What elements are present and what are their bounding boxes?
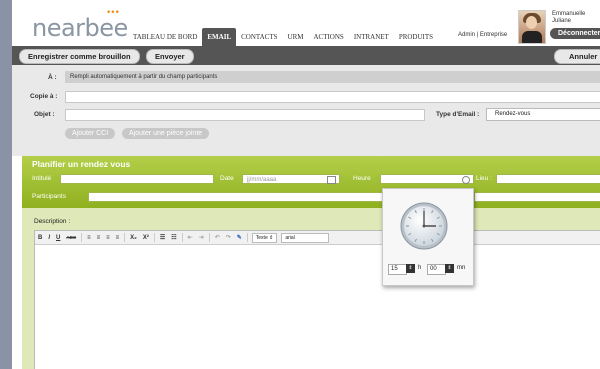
meeting-title: Planifier un rendez vous bbox=[32, 159, 131, 169]
format-select-value: Texte bbox=[255, 234, 268, 241]
cc-label: Copie à : bbox=[30, 93, 58, 100]
bullet-list-icon[interactable]: ☰ bbox=[157, 234, 168, 241]
participants-field-extra[interactable] bbox=[474, 192, 600, 202]
nav-produits[interactable]: PRODUITS bbox=[394, 28, 438, 46]
logo-dots-icon: ••• bbox=[106, 8, 120, 18]
user-last-name: Juliane bbox=[552, 18, 572, 24]
to-label: À : bbox=[48, 74, 57, 81]
minutes-input[interactable]: 00 bbox=[427, 264, 446, 275]
time-picker-popup: 15 ⇕ h 00 ⇕ mn bbox=[382, 188, 474, 286]
user-name: Emmanuelle Juliane bbox=[552, 11, 585, 25]
clock-icon[interactable] bbox=[462, 176, 470, 184]
underline-icon[interactable]: U bbox=[53, 235, 63, 241]
intitule-field[interactable] bbox=[60, 174, 214, 184]
participants-field[interactable] bbox=[88, 192, 384, 202]
align-justify-icon[interactable]: ≡ bbox=[113, 235, 123, 241]
add-attachment-button[interactable]: Ajouter une pièce jointe bbox=[122, 128, 210, 139]
participants-label: Participants bbox=[32, 193, 66, 200]
time-field[interactable] bbox=[380, 174, 474, 184]
description-editor[interactable]: B I U ABC ≡ ≡ ≡ ≡ X₂ X² ☰ ☷ ⇤ ⇥ ↶ ↷ ✎ Te… bbox=[34, 230, 600, 369]
editor-toolbar: B I U ABC ≡ ≡ ≡ ≡ X₂ X² ☰ ☷ ⇤ ⇥ ↶ ↷ ✎ Te… bbox=[35, 231, 600, 245]
nav-intranet[interactable]: INTRANET bbox=[349, 28, 394, 46]
date-field[interactable]: jj/mm/aaaa bbox=[242, 174, 340, 184]
minutes-stepper-icon[interactable]: ⇕ bbox=[445, 264, 454, 273]
email-form: À : Rempli automatiquement à partir du c… bbox=[12, 65, 600, 156]
subject-label: Objet : bbox=[34, 111, 55, 118]
hours-stepper-icon[interactable]: ⇕ bbox=[406, 264, 415, 273]
user-first-name: Emmanuelle bbox=[552, 11, 586, 17]
cancel-button[interactable]: Annuler bbox=[554, 49, 600, 64]
italic-icon[interactable]: I bbox=[45, 235, 53, 241]
place-field[interactable] bbox=[496, 174, 600, 184]
indent-icon[interactable]: ⇥ bbox=[196, 234, 207, 241]
action-toolbar: Enregistrer comme brouillon Envoyer Annu… bbox=[12, 46, 600, 65]
time-label: Heure bbox=[353, 175, 371, 182]
hours-input[interactable]: 15 bbox=[388, 264, 407, 275]
align-left-icon[interactable]: ≡ bbox=[84, 235, 94, 241]
logout-button[interactable]: Déconnecter bbox=[550, 28, 600, 39]
date-placeholder: jj/mm/aaaa bbox=[247, 177, 277, 183]
admin-link[interactable]: Admin | Entreprise bbox=[458, 32, 507, 38]
avatar bbox=[518, 10, 546, 44]
app-window: nearbee ••• TABLEAU DE BORD EMAIL CONTACT… bbox=[12, 0, 600, 369]
email-type-value: Rendez-vous bbox=[495, 111, 531, 117]
nav-actions[interactable]: ACTIONS bbox=[308, 28, 348, 46]
clock-face-icon bbox=[400, 202, 448, 250]
email-type-label: Type d'Email : bbox=[436, 111, 480, 118]
date-label: Date bbox=[220, 175, 234, 182]
save-draft-button[interactable]: Enregistrer comme brouillon bbox=[19, 49, 140, 64]
nav-tableau-de-bord[interactable]: TABLEAU DE BORD bbox=[128, 28, 202, 46]
hours-unit: h bbox=[418, 265, 422, 271]
redo-icon[interactable]: ↷ bbox=[223, 234, 234, 241]
undo-icon[interactable]: ↶ bbox=[212, 234, 223, 241]
clean-format-icon[interactable]: ✎ bbox=[234, 234, 245, 241]
main-nav: TABLEAU DE BORD EMAIL CONTACTS URM ACTIO… bbox=[128, 28, 438, 46]
to-field: Rempli automatiquement à partir du champ… bbox=[65, 71, 600, 83]
place-label: Lieu : bbox=[476, 175, 492, 182]
nav-urm[interactable]: URM bbox=[283, 28, 309, 46]
outdent-icon[interactable]: ⇤ bbox=[185, 234, 196, 241]
logo-text: nearbee bbox=[32, 14, 128, 42]
intitule-label: Intitulé bbox=[32, 175, 52, 182]
font-select-value: arial bbox=[285, 234, 295, 241]
bold-icon[interactable]: B bbox=[35, 235, 45, 241]
nav-contacts[interactable]: CONTACTS bbox=[236, 28, 282, 46]
subject-field[interactable] bbox=[65, 109, 425, 121]
email-type-select[interactable]: Rendez-vous bbox=[486, 108, 600, 121]
logo[interactable]: nearbee ••• bbox=[32, 8, 128, 42]
nav-email[interactable]: EMAIL bbox=[202, 28, 237, 46]
align-center-icon[interactable]: ≡ bbox=[94, 235, 104, 241]
superscript-icon[interactable]: X² bbox=[140, 235, 152, 241]
strike-icon[interactable]: ABC bbox=[63, 235, 79, 240]
add-cci-button[interactable]: Ajouter CCI bbox=[65, 128, 116, 139]
align-right-icon[interactable]: ≡ bbox=[103, 235, 113, 241]
calendar-icon[interactable] bbox=[327, 176, 336, 184]
minutes-unit: mn bbox=[457, 265, 466, 271]
cc-field[interactable] bbox=[65, 91, 600, 103]
font-select[interactable]: arial bbox=[281, 232, 330, 243]
number-list-icon[interactable]: ☷ bbox=[168, 234, 179, 241]
description-label: Description : bbox=[34, 218, 71, 225]
format-select[interactable]: Texte ⇕ bbox=[251, 232, 278, 243]
send-button[interactable]: Envoyer bbox=[146, 49, 194, 64]
meeting-header: Planifier un rendez vous Intitulé Date j… bbox=[22, 156, 600, 208]
subscript-icon[interactable]: X₂ bbox=[127, 235, 140, 241]
header: nearbee ••• TABLEAU DE BORD EMAIL CONTACT… bbox=[12, 0, 600, 46]
